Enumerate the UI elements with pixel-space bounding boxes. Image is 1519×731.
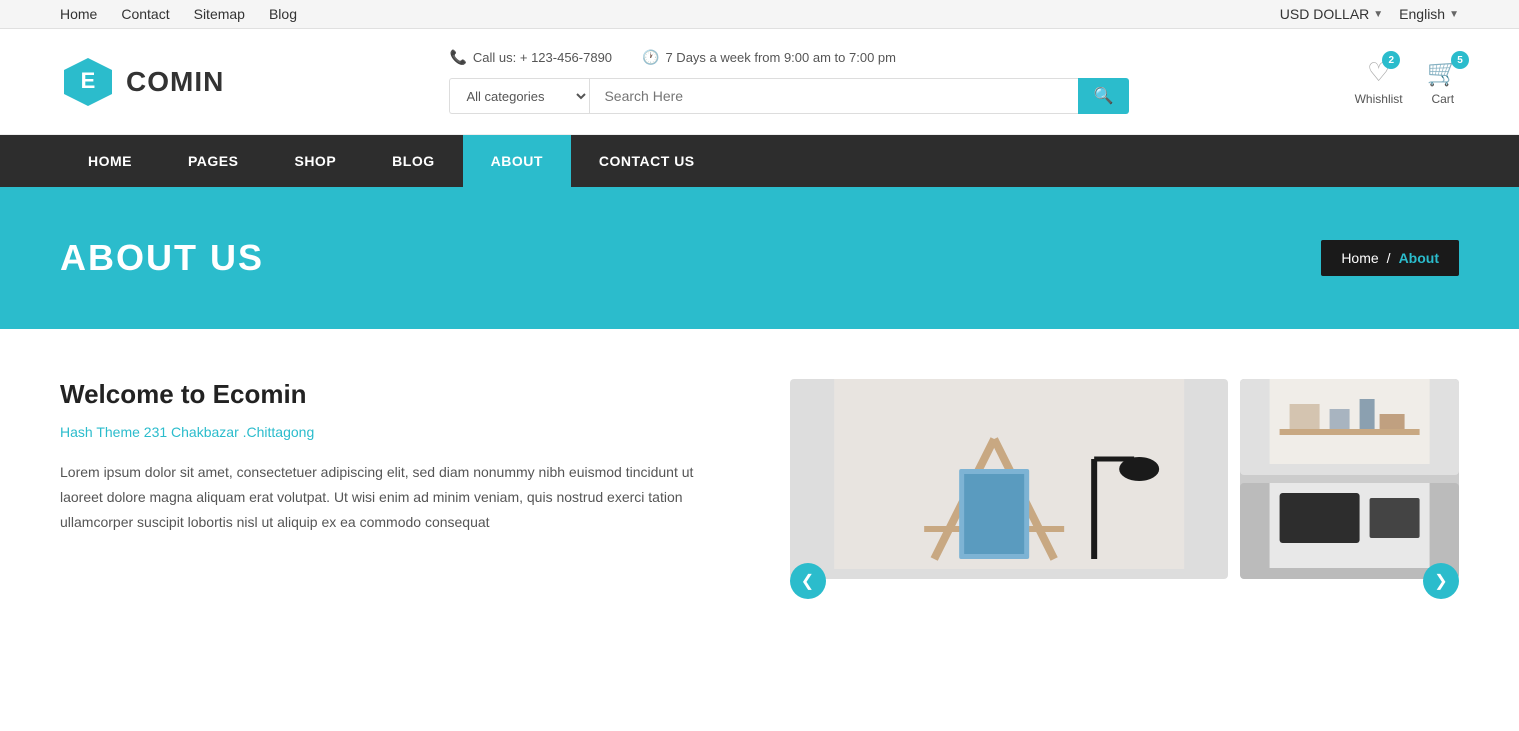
hours-info: 🕐 7 Days a week from 9:00 am to 7:00 pm bbox=[642, 49, 896, 66]
heart-icon: ♡ 2 bbox=[1367, 57, 1390, 88]
breadcrumb-home-link[interactable]: Home bbox=[1341, 250, 1378, 266]
body-text: Lorem ipsum dolor sit amet, consectetuer… bbox=[60, 460, 730, 536]
wishlist-badge: 2 bbox=[1382, 51, 1400, 69]
currency-dropdown[interactable]: USD DOLLAR ▼ bbox=[1280, 6, 1383, 22]
nav-home[interactable]: HOME bbox=[60, 135, 160, 187]
gallery-side-images bbox=[1240, 379, 1459, 579]
image-gallery: ❮ ❯ bbox=[790, 379, 1460, 579]
logo-name: COMIN bbox=[126, 66, 224, 98]
search-button[interactable]: 🔍 bbox=[1078, 78, 1130, 114]
phone-info: 📞 Call us: + 123-456-7890 bbox=[449, 49, 612, 66]
nav-pages[interactable]: PAGES bbox=[160, 135, 266, 187]
wishlist-label: Whishlist bbox=[1355, 92, 1403, 106]
breadcrumb-current: About bbox=[1399, 250, 1439, 266]
top-nav-links: Home Contact Sitemap Blog bbox=[60, 6, 297, 22]
nav-shop[interactable]: SHOP bbox=[266, 135, 364, 187]
top-nav-contact[interactable]: Contact bbox=[121, 6, 169, 22]
gallery-next-button[interactable]: ❯ bbox=[1423, 563, 1459, 599]
category-select[interactable]: All categories bbox=[449, 78, 589, 114]
hours-label: 7 Days a week from 9:00 am to 7:00 pm bbox=[665, 50, 896, 65]
language-label: English bbox=[1399, 6, 1445, 22]
phone-icon: 📞 bbox=[449, 49, 466, 66]
gallery-images bbox=[790, 379, 1460, 579]
language-dropdown[interactable]: English ▼ bbox=[1399, 6, 1459, 22]
gallery-main-image bbox=[790, 379, 1228, 579]
language-dropdown-arrow: ▼ bbox=[1449, 9, 1459, 20]
navbar: HOME PAGES SHOP BLOG ABOUT CONTACT US bbox=[0, 135, 1519, 187]
phone-label: Call us: + 123-456-7890 bbox=[473, 50, 612, 65]
top-bar-right: USD DOLLAR ▼ English ▼ bbox=[1280, 6, 1459, 22]
cart-badge: 5 bbox=[1451, 51, 1469, 69]
gallery-prev-button[interactable]: ❮ bbox=[790, 563, 826, 599]
wishlist-button[interactable]: ♡ 2 Whishlist bbox=[1355, 57, 1403, 106]
header: E COMIN 📞 Call us: + 123-456-7890 🕐 7 Da… bbox=[0, 29, 1519, 135]
gallery-side-top-image bbox=[1240, 379, 1459, 475]
welcome-title: Welcome to Ecomin bbox=[60, 379, 730, 410]
breadcrumb: Home / About bbox=[1321, 240, 1459, 276]
contact-info: 📞 Call us: + 123-456-7890 🕐 7 Days a wee… bbox=[449, 49, 1129, 66]
hero-banner: ABOUT US Home / About bbox=[0, 187, 1519, 329]
top-nav-blog[interactable]: Blog bbox=[269, 6, 297, 22]
top-nav-sitemap[interactable]: Sitemap bbox=[194, 6, 245, 22]
content-left: Welcome to Ecomin Hash Theme 231 Chakbaz… bbox=[60, 379, 730, 536]
cart-label: Cart bbox=[1431, 92, 1454, 106]
gallery-side-bottom-image bbox=[1240, 483, 1459, 579]
currency-dropdown-arrow: ▼ bbox=[1373, 9, 1383, 20]
top-bar: Home Contact Sitemap Blog USD DOLLAR ▼ E… bbox=[0, 0, 1519, 29]
nav-contact-us[interactable]: CONTACT US bbox=[571, 135, 723, 187]
search-icon: 🔍 bbox=[1094, 88, 1114, 105]
cart-button[interactable]: 🛒 5 Cart bbox=[1427, 57, 1459, 106]
chevron-left-icon: ❮ bbox=[801, 571, 814, 591]
breadcrumb-separator: / bbox=[1387, 250, 1391, 266]
chevron-right-icon: ❯ bbox=[1434, 571, 1447, 591]
top-nav-home[interactable]: Home bbox=[60, 6, 97, 22]
logo-area[interactable]: E COMIN bbox=[60, 54, 224, 110]
header-right: ♡ 2 Whishlist 🛒 5 Cart bbox=[1355, 57, 1459, 106]
hero-title: ABOUT US bbox=[60, 237, 264, 279]
cart-icon: 🛒 5 bbox=[1427, 57, 1459, 88]
clock-icon: 🕐 bbox=[642, 49, 659, 66]
currency-label: USD DOLLAR bbox=[1280, 6, 1369, 22]
address-text: Hash Theme 231 Chakbazar .Chittagong bbox=[60, 424, 730, 440]
svg-text:E: E bbox=[81, 68, 96, 93]
content-area: Welcome to Ecomin Hash Theme 231 Chakbaz… bbox=[0, 329, 1519, 629]
logo-icon: E bbox=[60, 54, 116, 110]
nav-about[interactable]: ABOUT bbox=[463, 135, 571, 187]
nav-blog[interactable]: BLOG bbox=[364, 135, 462, 187]
search-bar: All categories 🔍 bbox=[449, 78, 1129, 114]
search-input[interactable] bbox=[589, 78, 1077, 114]
header-center: 📞 Call us: + 123-456-7890 🕐 7 Days a wee… bbox=[449, 49, 1129, 114]
